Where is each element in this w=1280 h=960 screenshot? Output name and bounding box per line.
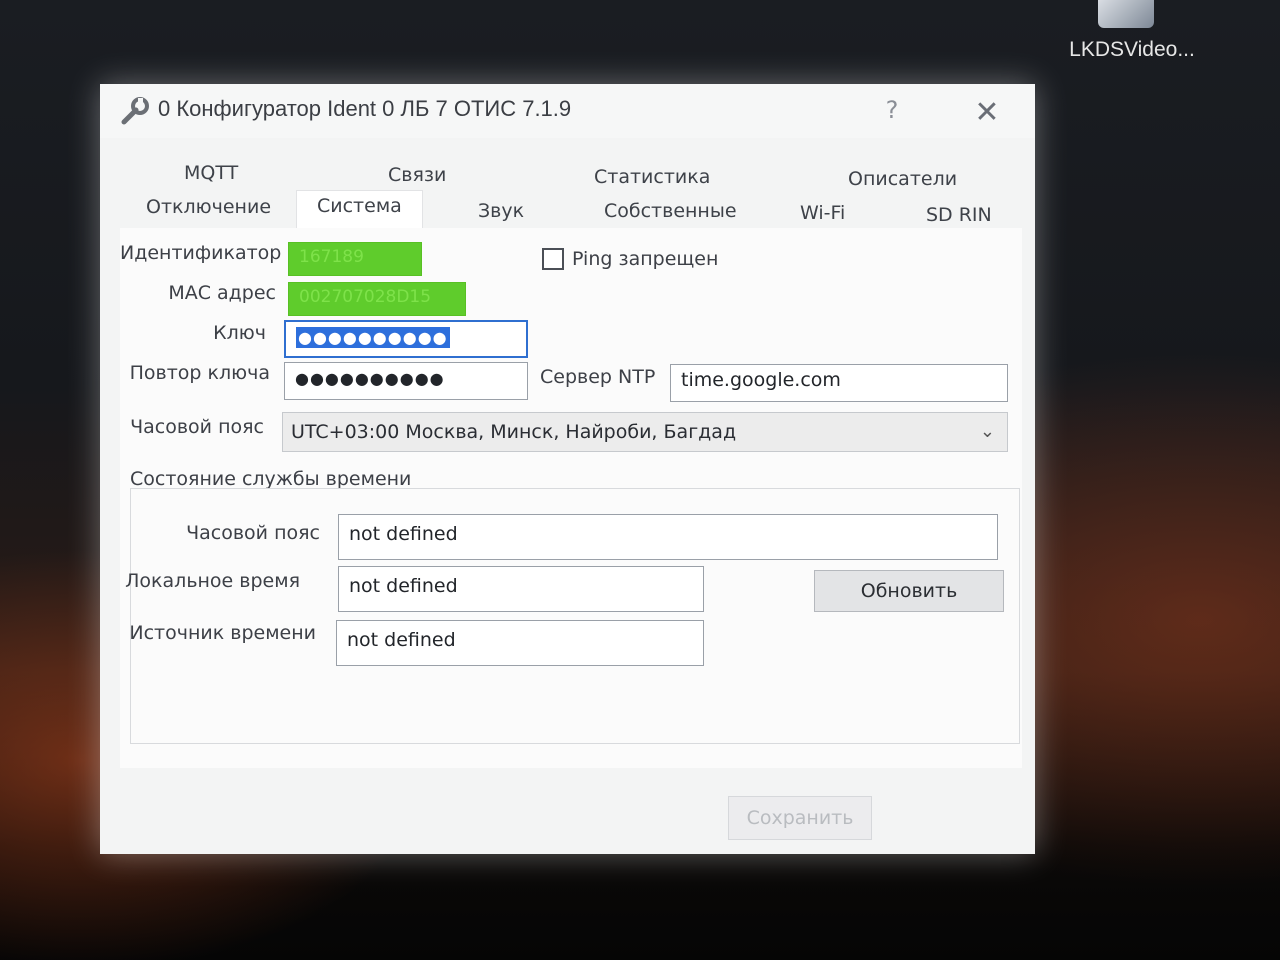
ts-timezone-label: Часовой пояс bbox=[186, 522, 320, 544]
timezone-label: Часовой пояс bbox=[130, 416, 264, 438]
tab-system[interactable]: Система bbox=[296, 190, 423, 229]
help-button[interactable]: ? bbox=[872, 96, 912, 130]
save-button[interactable]: Сохранить bbox=[728, 796, 872, 840]
tab-disconnect[interactable]: Отключение bbox=[146, 196, 271, 218]
key-value: ●●●●●●●●●● bbox=[296, 327, 450, 348]
time-service-group-label: Состояние службы времени bbox=[130, 468, 412, 490]
key-repeat-value: ●●●●●●●●●● bbox=[295, 369, 445, 388]
close-button[interactable]: ✕ bbox=[962, 96, 1012, 134]
refresh-button[interactable]: Обновить bbox=[814, 570, 1004, 612]
time-source-label: Источник времени bbox=[129, 622, 316, 644]
key-field[interactable]: ●●●●●●●●●● bbox=[284, 320, 528, 358]
key-repeat-label: Повтор ключа bbox=[129, 362, 270, 384]
tab-statistics[interactable]: Статистика bbox=[594, 166, 710, 188]
ntp-server-field[interactable]: time.google.com bbox=[670, 364, 1008, 402]
identifier-field: 167189 bbox=[288, 242, 422, 276]
mac-label: МАС адрес bbox=[168, 282, 276, 304]
desktop-shortcut[interactable]: LKDSVideo... bbox=[1062, 0, 1202, 70]
timezone-value: UTC+03:00 Москва, Минск, Найроби, Багдад bbox=[291, 421, 737, 443]
time-source-field: not defined bbox=[336, 620, 704, 666]
timezone-select[interactable]: UTC+03:00 Москва, Минск, Найроби, Багдад… bbox=[282, 412, 1008, 452]
title-bar: 0 Конфигуратор Ident 0 ЛБ 7 ОТИС 7.1.9 ?… bbox=[100, 84, 1035, 138]
mac-field: 002707028D15 bbox=[288, 282, 466, 316]
tab-strip: MQTT Связи Статистика Описатели Отключен… bbox=[120, 158, 1022, 229]
app-icon bbox=[1098, 0, 1154, 28]
tab-wifi[interactable]: Wi-Fi bbox=[800, 202, 845, 224]
ts-timezone-field: not defined bbox=[338, 514, 998, 560]
local-time-field: not defined bbox=[338, 566, 704, 612]
key-label: Ключ bbox=[213, 322, 266, 344]
local-time-label: Локальное время bbox=[125, 570, 300, 592]
system-tab-panel: Идентификатор 167189 МАС адрес 002707028… bbox=[120, 228, 1022, 768]
tab-links[interactable]: Связи bbox=[388, 164, 446, 186]
tab-own[interactable]: Собственные bbox=[604, 200, 737, 222]
configurator-dialog: 0 Конфигуратор Ident 0 ЛБ 7 ОТИС 7.1.9 ?… bbox=[100, 84, 1035, 854]
desktop-shortcut-label: LKDSVideo... bbox=[1069, 38, 1195, 61]
tab-descriptors[interactable]: Описатели bbox=[848, 168, 957, 190]
window-title: 0 Конфигуратор Ident 0 ЛБ 7 ОТИС 7.1.9 bbox=[158, 96, 572, 121]
ping-disabled-checkbox[interactable] bbox=[542, 248, 564, 270]
ping-disabled-label[interactable]: Ping запрещен bbox=[572, 248, 718, 270]
wrench-icon bbox=[121, 97, 149, 125]
identifier-label: Идентификатор bbox=[120, 242, 282, 264]
tab-mqtt[interactable]: MQTT bbox=[184, 162, 238, 184]
key-repeat-field[interactable]: ●●●●●●●●●● bbox=[284, 362, 528, 400]
ntp-label: Сервер NTP bbox=[540, 366, 656, 388]
chevron-down-icon: ⌄ bbox=[979, 421, 995, 442]
tab-sd-rin[interactable]: SD RIN bbox=[926, 204, 992, 226]
tab-sound[interactable]: Звук bbox=[478, 200, 524, 222]
